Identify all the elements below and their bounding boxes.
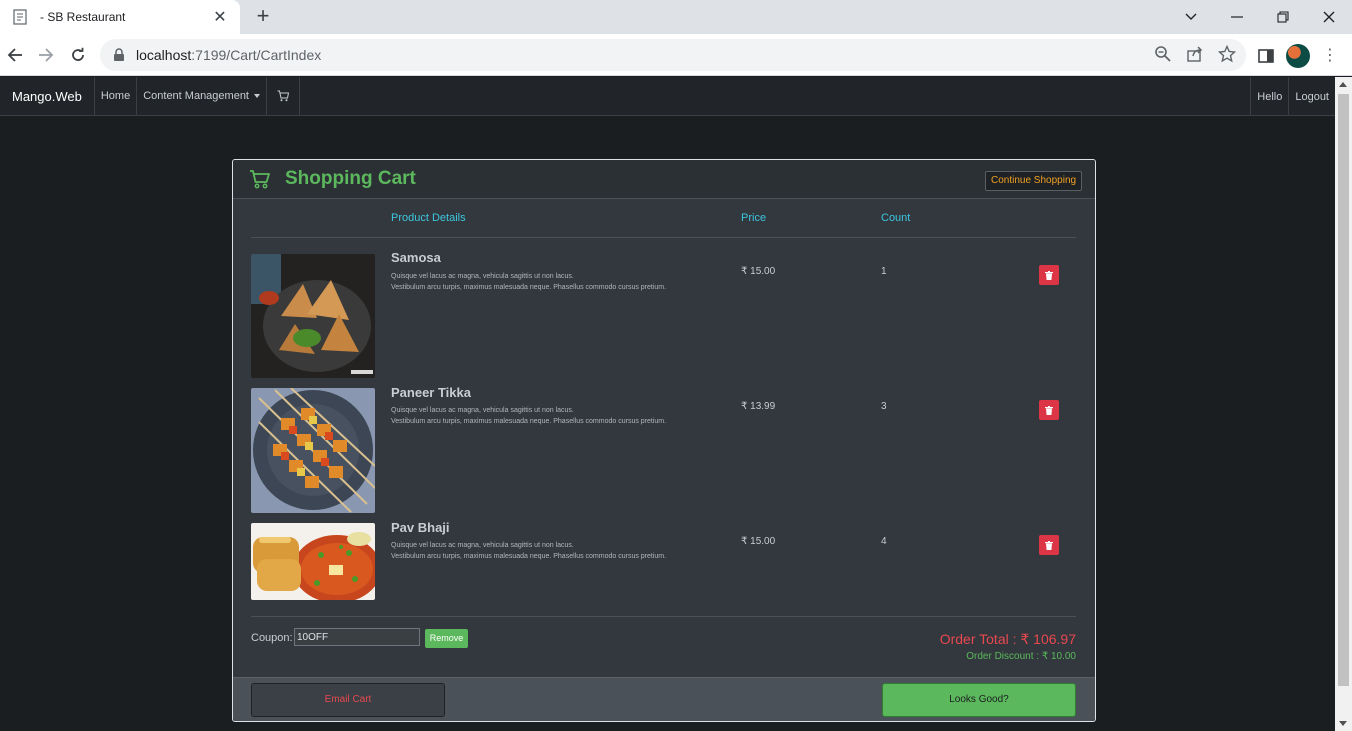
delete-item-button[interactable]: [1039, 535, 1059, 555]
coupon-input[interactable]: [294, 628, 420, 646]
item-name: Pav Bhaji: [391, 520, 450, 535]
nav-content-management-label: Content Management: [143, 90, 249, 102]
description-line: Quisque vel lacus ac magna, vehicula sag…: [391, 273, 574, 280]
new-tab-button[interactable]: +: [250, 4, 276, 30]
delete-item-button[interactable]: [1039, 400, 1059, 420]
profile-avatar[interactable]: [1286, 44, 1310, 68]
item-name: Paneer Tikka: [391, 385, 471, 400]
column-header-count: Count: [881, 212, 911, 224]
item-count: 3: [881, 401, 887, 412]
description-line: Vestibulum arcu turpis, maximus malesuad…: [391, 418, 667, 425]
divider: [251, 616, 1076, 617]
nav-content-management[interactable]: Content Management: [137, 77, 267, 115]
order-total: Order Total : ₹ 106.97: [939, 631, 1076, 647]
page-icon: [13, 9, 27, 25]
item-description: Quisque vel lacus ac magna, vehicula sag…: [391, 271, 711, 293]
cart-icon: [250, 170, 270, 189]
item-description: Quisque vel lacus ac magna, vehicula sag…: [391, 540, 711, 562]
url-host: localhost: [136, 47, 192, 63]
shopping-cart-card: Shopping Cart Continue Shopping Product …: [232, 159, 1096, 722]
description-line: Quisque vel lacus ac magna, vehicula sag…: [391, 542, 574, 549]
column-header-price: Price: [741, 212, 767, 224]
browser-toolbar: localhost:7199/Cart/CartIndex ⋮: [0, 34, 1352, 76]
close-icon[interactable]: ✕: [206, 7, 234, 27]
cart-header: Shopping Cart Continue Shopping: [233, 160, 1095, 199]
scroll-thumb[interactable]: [1338, 94, 1349, 686]
description-line: Vestibulum arcu turpis, maximus malesuad…: [391, 284, 667, 291]
reload-icon[interactable]: [65, 42, 91, 68]
column-header-product: Product Details: [391, 212, 466, 224]
email-cart-button[interactable]: Email Cart: [251, 683, 445, 717]
item-count: 4: [881, 536, 887, 547]
samosa-image: [251, 254, 375, 378]
nav-logout[interactable]: Logout: [1288, 77, 1335, 116]
app-navbar: Mango.Web Home Content Management Hello …: [0, 77, 1335, 116]
item-count: 1: [881, 266, 887, 277]
chevron-down-icon[interactable]: [1168, 0, 1214, 34]
minimize-icon[interactable]: [1214, 0, 1260, 34]
description-line: Quisque vel lacus ac magna, vehicula sag…: [391, 407, 574, 414]
menu-icon[interactable]: ⋮: [1320, 46, 1340, 66]
back-icon[interactable]: [2, 42, 28, 68]
caret-down-icon: [254, 94, 260, 98]
brand-link[interactable]: Mango.Web: [0, 77, 95, 115]
restore-icon[interactable]: [1260, 0, 1306, 34]
browser-tabbar: - SB Restaurant ✕ +: [0, 0, 1352, 34]
coupon-label: Coupon:: [251, 632, 293, 644]
lock-icon: [114, 48, 124, 61]
description-line: Vestibulum arcu turpis, maximus malesuad…: [391, 553, 667, 560]
item-name: Samosa: [391, 250, 441, 265]
remove-coupon-button[interactable]: Remove: [425, 629, 468, 648]
nav-cart[interactable]: [267, 77, 300, 115]
page-scrollbar[interactable]: [1335, 77, 1352, 731]
paneer-tikka-image: [251, 388, 375, 513]
star-icon[interactable]: [1218, 45, 1236, 63]
forward-icon[interactable]: [33, 42, 59, 68]
continue-shopping-button[interactable]: Continue Shopping: [985, 171, 1083, 191]
scroll-down-icon[interactable]: [1339, 721, 1347, 726]
zoom-icon[interactable]: [1154, 45, 1172, 63]
divider: [251, 237, 1076, 238]
trash-icon: [1045, 405, 1053, 415]
nav-hello[interactable]: Hello: [1250, 77, 1288, 116]
tab-title: - SB Restaurant: [40, 10, 126, 24]
looks-good-button[interactable]: Looks Good?: [882, 683, 1076, 717]
pav-bhaji-image: [251, 523, 375, 600]
sidebar-icon[interactable]: [1256, 46, 1276, 66]
item-description: Quisque vel lacus ac magna, vehicula sag…: [391, 405, 711, 427]
address-bar[interactable]: localhost:7199/Cart/CartIndex: [100, 39, 1246, 71]
trash-icon: [1045, 270, 1053, 280]
order-discount: Order Discount : ₹ 10.00: [966, 651, 1076, 662]
item-price: ₹ 13.99: [741, 401, 776, 412]
url-path: :7199/Cart/CartIndex: [191, 47, 322, 63]
item-price: ₹ 15.00: [741, 266, 776, 277]
trash-icon: [1045, 540, 1053, 550]
cart-icon: [277, 90, 289, 102]
window-close-icon[interactable]: [1306, 0, 1352, 34]
scroll-up-icon[interactable]: [1339, 82, 1347, 87]
share-icon[interactable]: [1186, 45, 1204, 63]
nav-home[interactable]: Home: [95, 77, 138, 115]
cart-footer: Email Cart Looks Good?: [233, 677, 1095, 721]
page-title: Shopping Cart: [285, 168, 416, 189]
browser-tab[interactable]: - SB Restaurant ✕: [0, 0, 240, 34]
delete-item-button[interactable]: [1039, 265, 1059, 285]
item-price: ₹ 15.00: [741, 536, 776, 547]
